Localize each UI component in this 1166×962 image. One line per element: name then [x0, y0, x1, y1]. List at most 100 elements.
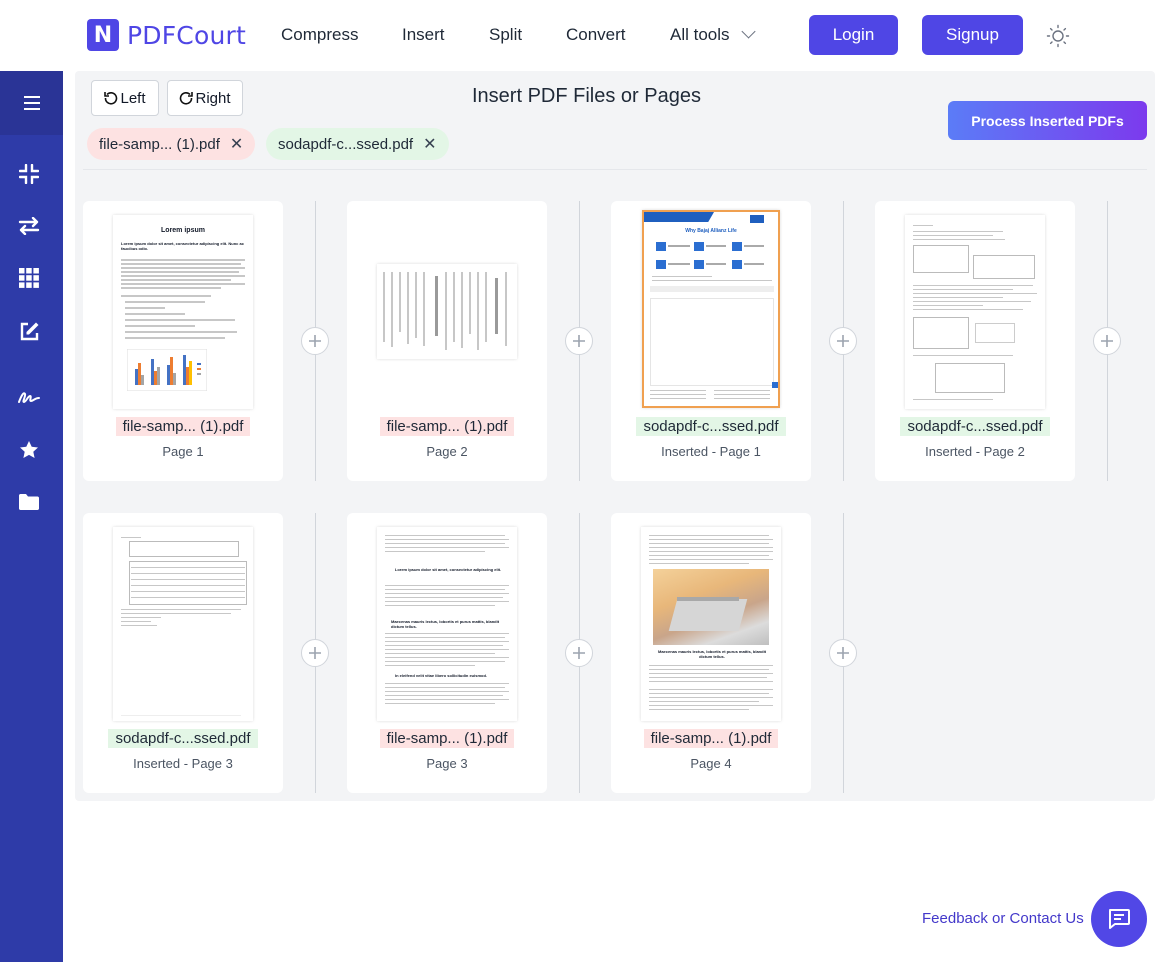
logo-mark: N: [87, 19, 119, 51]
page-thumbnail: [113, 527, 253, 721]
rotate-right-button[interactable]: Right: [167, 80, 243, 116]
file-tag: file-samp... (1).pdf: [379, 417, 515, 436]
plus-icon: [837, 335, 849, 347]
compress-icon[interactable]: [17, 162, 41, 186]
menu-icon: [23, 96, 40, 110]
logo-text: PDFCourt: [127, 20, 246, 50]
page-thumbnail: Lorem ipsum dolor sit amet, consectetur …: [377, 527, 517, 721]
insert-page-button[interactable]: [301, 327, 329, 355]
plus-icon: [837, 647, 849, 659]
grid-icon[interactable]: [17, 266, 41, 290]
page-label: Inserted - Page 2: [925, 444, 1025, 459]
insert-page-button[interactable]: [301, 639, 329, 667]
thumb-photo-laptop: [653, 569, 769, 645]
file-tag: sodapdf-c...ssed.pdf: [636, 417, 786, 436]
page-file-name: file-samp... (1).pdf: [611, 729, 811, 748]
insert-page-button[interactable]: [829, 327, 857, 355]
plus-icon: [1101, 335, 1113, 347]
chevron-down-icon: [740, 24, 756, 39]
thumb-heading: Lorem ipsum dolor sit amet, consectetur …: [394, 567, 502, 572]
divider: [83, 169, 1147, 170]
page-label: Page 2: [426, 444, 468, 459]
remove-file-icon[interactable]: ✕: [230, 134, 243, 154]
file-tag: file-samp... (1).pdf: [643, 729, 779, 748]
page-file-name: sodapdf-c...ssed.pdf: [875, 417, 1075, 436]
swap-icon[interactable]: [17, 214, 41, 238]
nav-split[interactable]: Split: [489, 25, 522, 45]
rotate-right-label: Right: [195, 89, 231, 107]
page-file-name: file-samp... (1).pdf: [347, 729, 547, 748]
thumb-subheading: In eleifend velit vitae libero sollicitu…: [395, 673, 488, 678]
page-file-name: sodapdf-c...ssed.pdf: [83, 729, 283, 748]
thumb-subheading: Maecenas mauris lectus, lobortis et puru…: [657, 649, 767, 659]
insert-page-button[interactable]: [829, 639, 857, 667]
page-label: Page 1: [162, 444, 204, 459]
page-card[interactable]: Maecenas mauris lectus, lobortis et puru…: [611, 513, 811, 793]
page-card[interactable]: Lorem ipsum Lorem ipsum dolor sit amet, …: [83, 201, 283, 481]
thumb-subheading: Maecenas mauris lectus, lobortis et puru…: [391, 619, 500, 629]
sidebar: [0, 71, 63, 962]
page-file-name: file-samp... (1).pdf: [347, 417, 547, 436]
plus-icon: [573, 647, 585, 659]
insert-page-button[interactable]: [1093, 327, 1121, 355]
edit-icon[interactable]: [17, 319, 41, 343]
file-tag: sodapdf-c...ssed.pdf: [108, 729, 258, 748]
page-thumbnail: Why Bajaj Allianz Life: [642, 210, 780, 408]
page-file-name: file-samp... (1).pdf: [83, 417, 283, 436]
nav-insert[interactable]: Insert: [402, 25, 445, 45]
plus-icon: [309, 647, 321, 659]
signup-button[interactable]: Signup: [922, 15, 1023, 55]
file-chip-inserted: sodapdf-c...ssed.pdf ✕: [266, 128, 449, 160]
page-card[interactable]: sodapdf-c...ssed.pdf Inserted - Page 2: [875, 201, 1075, 481]
thumb-chart-image: [127, 349, 207, 391]
signature-icon[interactable]: [17, 385, 41, 409]
rotate-right-icon: [180, 92, 194, 105]
file-chip-original: file-samp... (1).pdf ✕: [87, 128, 256, 160]
rotate-left-button[interactable]: Left: [91, 80, 159, 116]
page-label: Page 3: [426, 756, 468, 771]
chat-button[interactable]: [1091, 891, 1147, 947]
page-thumbnail-rotated: [377, 264, 517, 359]
file-tag: sodapdf-c...ssed.pdf: [900, 417, 1050, 436]
plus-icon: [309, 335, 321, 347]
chat-icon: [1109, 909, 1130, 929]
login-button[interactable]: Login: [809, 15, 898, 55]
process-inserted-pdfs-button[interactable]: Process Inserted PDFs: [948, 101, 1147, 140]
file-chip-label: file-samp... (1).pdf: [99, 135, 220, 153]
thumb-subtitle: Lorem ipsum dolor sit amet, consectetur …: [121, 241, 244, 251]
nav-compress[interactable]: Compress: [281, 25, 358, 45]
insert-page-button[interactable]: [565, 639, 593, 667]
page-thumbnail: Maecenas mauris lectus, lobortis et puru…: [641, 527, 781, 721]
nav-all-tools-label: All tools: [670, 25, 730, 44]
file-tag: file-samp... (1).pdf: [379, 729, 515, 748]
file-tag: file-samp... (1).pdf: [115, 417, 251, 436]
page-card[interactable]: sodapdf-c...ssed.pdf Inserted - Page 3: [83, 513, 283, 793]
plus-icon: [573, 335, 585, 347]
thumb-title: Why Bajaj Allianz Life: [685, 228, 737, 234]
remove-file-icon[interactable]: ✕: [423, 134, 436, 154]
page-file-name: sodapdf-c...ssed.pdf: [611, 417, 811, 436]
file-chip-label: sodapdf-c...ssed.pdf: [278, 135, 414, 153]
rotate-left-label: Left: [120, 89, 146, 107]
page-label: Page 4: [690, 756, 732, 771]
logo[interactable]: N PDFCourt: [87, 19, 246, 51]
nav-all-tools[interactable]: All tools: [670, 24, 756, 45]
page-card[interactable]: file-samp... (1).pdf Page 2: [347, 201, 547, 481]
page-card[interactable]: Why Bajaj Allianz Life sodapdf-c...ssed.…: [611, 201, 811, 481]
nav-convert[interactable]: Convert: [566, 25, 626, 45]
folder-icon[interactable]: [17, 490, 41, 514]
thumb-title: Lorem ipsum: [161, 227, 205, 234]
page-thumbnail: [905, 215, 1045, 409]
page-title: Insert PDF Files or Pages: [472, 85, 701, 107]
page-card[interactable]: Lorem ipsum dolor sit amet, consectetur …: [347, 513, 547, 793]
sidebar-menu-toggle[interactable]: [0, 71, 63, 135]
page-thumbnail: Lorem ipsum Lorem ipsum dolor sit amet, …: [113, 215, 253, 409]
feedback-link[interactable]: Feedback or Contact Us: [922, 910, 1084, 927]
star-icon[interactable]: [17, 438, 41, 462]
insert-page-button[interactable]: [565, 327, 593, 355]
rotate-left-icon: [104, 92, 118, 105]
page-label: Inserted - Page 1: [661, 444, 761, 459]
page-label: Inserted - Page 3: [133, 756, 233, 771]
top-header: N PDFCourt Compress Insert Split Convert…: [0, 0, 1166, 70]
theme-toggle-sun-icon[interactable]: [1046, 24, 1070, 48]
